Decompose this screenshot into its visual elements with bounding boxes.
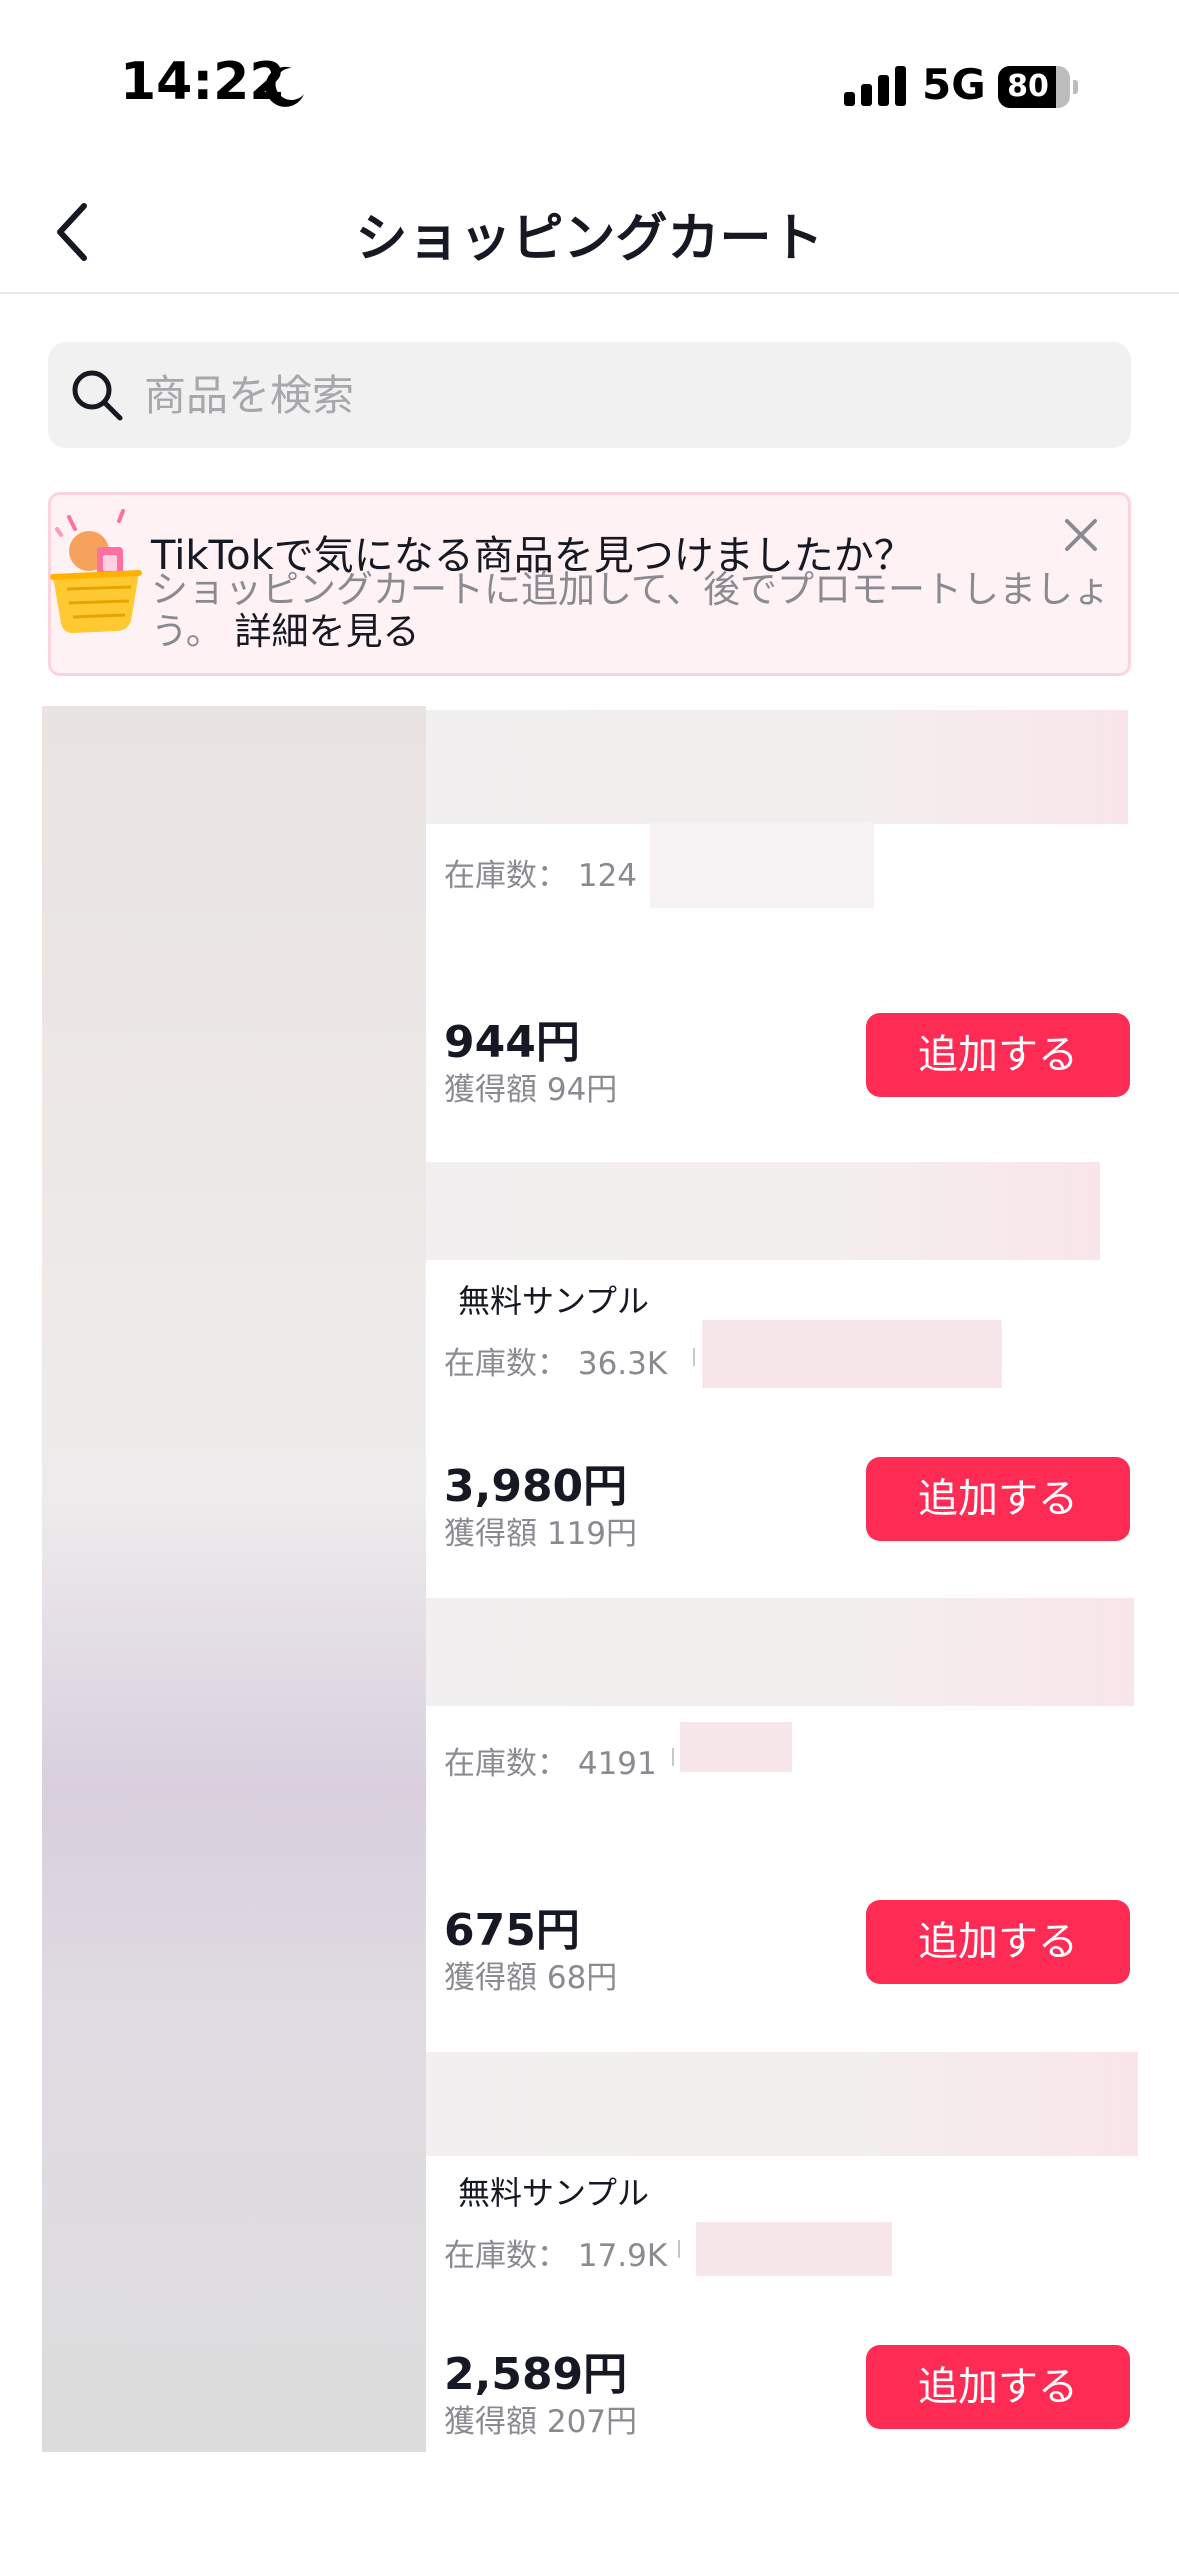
tag-blurred — [696, 2222, 892, 2276]
status-time: 14:22 — [120, 52, 286, 112]
stock-label: 在庫数： 36.3K — [444, 1346, 668, 1382]
earn-amount: 獲得額 207円 — [444, 2404, 638, 2440]
earn-amount: 獲得額 94円 — [444, 1072, 618, 1108]
add-button[interactable]: 追加する — [866, 1013, 1130, 1097]
free-sample-label: 無料サンプル — [458, 2174, 650, 2212]
product-title-blurred — [426, 1598, 1134, 1706]
promo-banner: TikTokで気になる商品を見つけましたか？ ショッピングカートに追加して、後で… — [48, 492, 1131, 676]
stock-label: 在庫数： 17.9K — [444, 2238, 668, 2274]
price: 675円 — [444, 1905, 580, 1956]
divider — [672, 1748, 674, 1766]
stock-label: 在庫数： 4191 — [444, 1746, 657, 1782]
search-input[interactable] — [144, 342, 1104, 448]
shopping-basket-icon — [50, 509, 142, 633]
free-sample-label: 無料サンプル — [458, 1282, 650, 1320]
page-title: ショッピングカート — [355, 209, 824, 269]
search-icon — [72, 370, 123, 421]
close-icon[interactable] — [1063, 517, 1099, 553]
price: 3,980円 — [444, 1461, 628, 1512]
add-button[interactable]: 追加する — [866, 1900, 1130, 1984]
header: ショッピングカート — [0, 170, 1179, 294]
add-button[interactable]: 追加する — [866, 2345, 1130, 2429]
moon-icon — [265, 66, 304, 107]
earn-amount: 獲得額 119円 — [444, 1516, 638, 1552]
battery-icon: 80 — [998, 66, 1078, 108]
stock-label: 在庫数： 124 — [444, 858, 638, 894]
earn-amount: 獲得額 68円 — [444, 1960, 618, 1996]
status-bar: 14:22 5G 80 — [0, 0, 1179, 170]
battery-percent: 80 — [1007, 69, 1049, 104]
signal-icon — [844, 66, 906, 106]
product-title-blurred — [426, 710, 1128, 824]
price: 2,589円 — [444, 2349, 628, 2400]
tag-blurred — [650, 822, 874, 908]
network-label: 5G — [922, 60, 986, 109]
divider — [678, 2240, 680, 2258]
product-title-blurred — [426, 1162, 1100, 1260]
promo-details-link[interactable]: 詳細を見る — [235, 610, 420, 653]
price: 944円 — [444, 1017, 580, 1068]
tag-blurred — [680, 1722, 792, 1772]
product-title-blurred — [426, 2052, 1138, 2156]
search-box[interactable] — [48, 342, 1131, 448]
add-button[interactable]: 追加する — [866, 1457, 1130, 1541]
tag-blurred — [702, 1320, 1002, 1388]
divider — [693, 1348, 695, 1366]
promo-body: ショッピングカートに追加して、後でプロモートしましょう。 詳細を見る — [151, 569, 1111, 653]
product-images-blurred — [42, 706, 426, 2452]
